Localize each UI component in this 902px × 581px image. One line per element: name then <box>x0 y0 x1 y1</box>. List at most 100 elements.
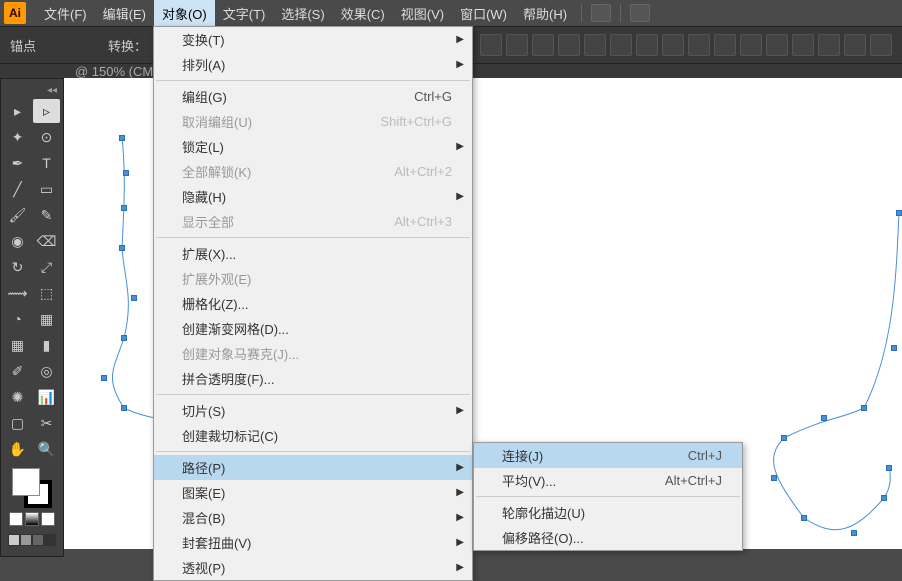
toolbox-collapse[interactable]: ◂◂ <box>3 83 61 98</box>
tool-rotate[interactable]: ↻ <box>4 255 31 279</box>
tool-eyedropper[interactable]: ✐ <box>4 359 31 383</box>
align-icon[interactable] <box>766 34 788 56</box>
menu-item[interactable]: 混合(B)▶ <box>154 505 472 530</box>
menu-item[interactable]: 变换(T)▶ <box>154 27 472 52</box>
align-icon[interactable] <box>506 34 528 56</box>
menu-file[interactable]: 文件(F) <box>36 0 95 27</box>
tool-shape-builder[interactable]: ◔ <box>4 307 31 331</box>
align-icon[interactable] <box>532 34 554 56</box>
tool-direct-select[interactable]: ▹ <box>33 99 60 123</box>
align-icon[interactable] <box>558 34 580 56</box>
gradient-mode-icon[interactable] <box>25 512 39 526</box>
align-icon[interactable] <box>688 34 710 56</box>
anchor-point[interactable] <box>862 406 867 411</box>
align-icon[interactable] <box>636 34 658 56</box>
anchor-point[interactable] <box>892 346 897 351</box>
menu-view[interactable]: 视图(V) <box>393 0 452 27</box>
menu-window[interactable]: 窗口(W) <box>452 0 515 27</box>
anchor-point[interactable] <box>772 476 777 481</box>
tool-free-transform[interactable]: ⬚ <box>33 281 60 305</box>
tool-lasso[interactable]: ⊙ <box>33 125 60 149</box>
align-icon[interactable] <box>714 34 736 56</box>
anchor-point[interactable] <box>120 136 125 141</box>
align-icon[interactable] <box>610 34 632 56</box>
tool-pencil[interactable]: ✎ <box>33 203 60 227</box>
anchor-point[interactable] <box>802 516 807 521</box>
anchor-point[interactable] <box>822 416 827 421</box>
menu-item[interactable]: 创建渐变网格(D)... <box>154 316 472 341</box>
menu-item[interactable]: 偏移路径(O)... <box>474 525 742 550</box>
align-icon[interactable] <box>844 34 866 56</box>
align-icon[interactable] <box>870 34 892 56</box>
tool-blob[interactable]: ◉ <box>4 229 31 253</box>
menu-type[interactable]: 文字(T) <box>215 0 274 27</box>
menu-item[interactable]: 创建裁切标记(C) <box>154 423 472 448</box>
menu-item[interactable]: 栅格化(Z)... <box>154 291 472 316</box>
anchor-point[interactable] <box>852 531 857 536</box>
menu-help[interactable]: 帮助(H) <box>515 0 575 27</box>
mode-chip[interactable] <box>44 534 56 546</box>
menu-item[interactable]: 图案(E)▶ <box>154 480 472 505</box>
anchor-point[interactable] <box>882 496 887 501</box>
menu-item[interactable]: 透视(P)▶ <box>154 555 472 580</box>
menu-object[interactable]: 对象(O) <box>154 0 215 27</box>
color-mode-icon[interactable] <box>9 512 23 526</box>
tool-graph[interactable]: 📊 <box>33 385 60 409</box>
anchor-point[interactable] <box>122 336 127 341</box>
menu-select[interactable]: 选择(S) <box>273 0 332 27</box>
align-icon[interactable] <box>584 34 606 56</box>
anchor-point[interactable] <box>124 171 129 176</box>
tool-zoom[interactable]: 🔍 <box>33 437 60 461</box>
none-mode-icon[interactable] <box>41 512 55 526</box>
menu-item[interactable]: 扩展(X)... <box>154 241 472 266</box>
menu-edit[interactable]: 编辑(E) <box>95 0 154 27</box>
tool-magic-wand[interactable]: ✦ <box>4 125 31 149</box>
align-icon[interactable] <box>792 34 814 56</box>
tool-rectangle[interactable]: ▭ <box>33 177 60 201</box>
menu-item[interactable]: 连接(J)Ctrl+J <box>474 443 742 468</box>
align-icon[interactable] <box>480 34 502 56</box>
menu-item[interactable]: 锁定(L)▶ <box>154 134 472 159</box>
mode-chip[interactable] <box>32 534 44 546</box>
tool-gradient[interactable]: ▮ <box>33 333 60 357</box>
mode-chip[interactable] <box>8 534 20 546</box>
tool-paintbrush[interactable]: 🖌 <box>4 203 31 227</box>
tool-perspective[interactable]: ▦ <box>33 307 60 331</box>
tool-scale[interactable]: ⤢ <box>33 255 60 279</box>
menu-item[interactable]: 平均(V)...Alt+Ctrl+J <box>474 468 742 493</box>
align-icon[interactable] <box>740 34 762 56</box>
menu-effect[interactable]: 效果(C) <box>333 0 393 27</box>
tool-eraser[interactable]: ⌫ <box>33 229 60 253</box>
anchor-point[interactable] <box>897 211 902 216</box>
tool-pen[interactable]: ✒ <box>4 151 31 175</box>
anchor-point[interactable] <box>120 246 125 251</box>
tool-symbol-spray[interactable]: ✺ <box>4 385 31 409</box>
anchor-point[interactable] <box>122 406 127 411</box>
tool-slice[interactable]: ✂ <box>33 411 60 435</box>
tool-line[interactable]: ╱ <box>4 177 31 201</box>
menu-item[interactable]: 编组(G)Ctrl+G <box>154 84 472 109</box>
anchor-point[interactable] <box>122 206 127 211</box>
mode-chip[interactable] <box>20 534 32 546</box>
anchor-point[interactable] <box>132 296 137 301</box>
tool-selection[interactable]: ▸ <box>4 99 31 123</box>
tool-width[interactable]: ⟿ <box>4 281 31 305</box>
fill-stroke-swatch[interactable] <box>12 468 52 508</box>
anchor-point[interactable] <box>782 436 787 441</box>
align-icon[interactable] <box>662 34 684 56</box>
menu-item[interactable]: 排列(A)▶ <box>154 52 472 77</box>
tool-type[interactable]: T <box>33 151 60 175</box>
tool-hand[interactable]: ✋ <box>4 437 31 461</box>
menu-item[interactable]: 轮廓化描边(U) <box>474 500 742 525</box>
menu-item[interactable]: 拼合透明度(F)... <box>154 366 472 391</box>
tool-artboard[interactable]: ▢ <box>4 411 31 435</box>
menu-item[interactable]: 封套扭曲(V)▶ <box>154 530 472 555</box>
arrange-icon[interactable] <box>630 4 650 22</box>
anchor-point[interactable] <box>887 466 892 471</box>
menu-item[interactable]: 路径(P)▶ <box>154 455 472 480</box>
fill-swatch[interactable] <box>12 468 40 496</box>
tool-mesh[interactable]: ▦ <box>4 333 31 357</box>
tool-blend[interactable]: ◎ <box>33 359 60 383</box>
vector-path-right[interactable] <box>774 213 899 530</box>
align-icon[interactable] <box>818 34 840 56</box>
